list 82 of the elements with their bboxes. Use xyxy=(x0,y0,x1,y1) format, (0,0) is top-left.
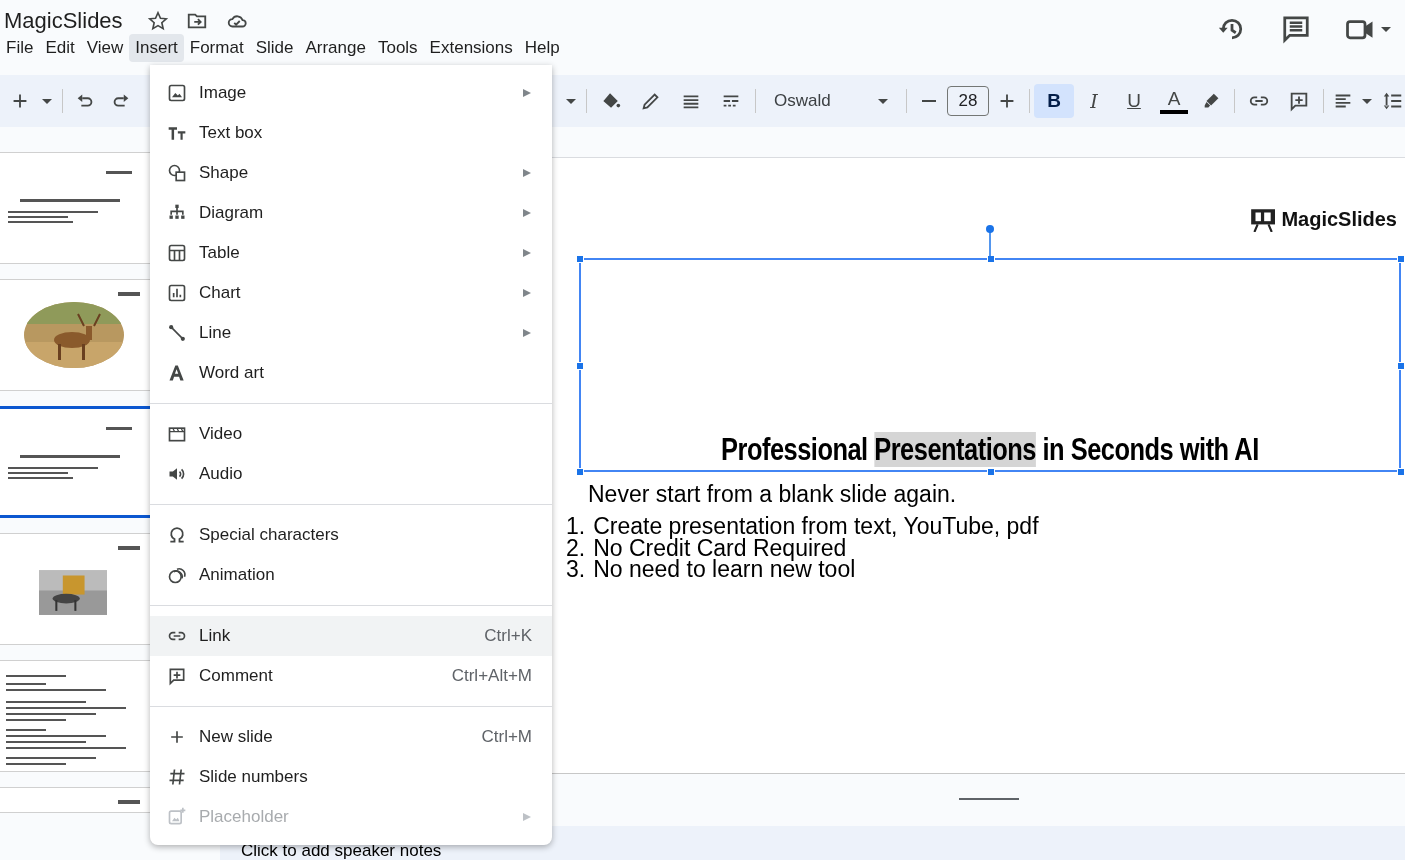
menu-item[interactable]: Text box xyxy=(150,113,552,153)
chart-icon xyxy=(167,283,187,303)
shortcut-text: Ctrl+Alt+M xyxy=(451,665,532,688)
hash-icon xyxy=(167,767,187,787)
film-icon xyxy=(167,424,187,444)
comment-icon xyxy=(1288,90,1310,112)
menu-item[interactable]: Line xyxy=(150,313,552,353)
submenu-arrow-icon xyxy=(522,248,532,258)
logo-text: MagicSlides xyxy=(1281,207,1397,232)
line-icon xyxy=(167,323,187,343)
menu-item[interactable]: Chart xyxy=(150,273,552,313)
comment-icon xyxy=(167,666,187,686)
menu-item[interactable]: Format xyxy=(183,34,250,62)
resize-handle[interactable] xyxy=(1397,468,1405,476)
menu-item[interactable]: File xyxy=(0,34,40,62)
menu-item[interactable]: Slide xyxy=(249,34,300,62)
menu-item[interactable]: Video xyxy=(150,414,552,454)
resize-handle[interactable] xyxy=(576,468,584,476)
caret-icon[interactable] xyxy=(878,98,888,104)
menu-item[interactable]: Table xyxy=(150,233,552,273)
shape-icon xyxy=(167,163,187,183)
menu-item[interactable]: Slide numbers xyxy=(150,757,552,797)
menu-item[interactable]: Insert xyxy=(129,34,184,62)
submenu-arrow-icon xyxy=(522,288,532,298)
shortcut-text: Ctrl+K xyxy=(484,625,532,648)
slide-subtitle: Never start from a blank slide again. xyxy=(588,480,957,508)
list-item: Create presentation from text, YouTube, pdf xyxy=(593,516,1039,538)
slide-thumbnail[interactable] xyxy=(0,406,150,518)
font-select[interactable]: Oswald xyxy=(760,88,872,114)
menu-item[interactable]: Special characters xyxy=(150,515,552,555)
resize-handle[interactable] xyxy=(1397,362,1405,370)
resize-handle[interactable] xyxy=(987,468,995,476)
rotate-handle[interactable] xyxy=(985,224,995,256)
resize-handle[interactable] xyxy=(576,255,584,263)
caret-icon[interactable] xyxy=(1381,26,1391,32)
circles-icon xyxy=(167,565,187,585)
omega-icon xyxy=(167,525,187,545)
menu-item[interactable]: Comment Ctrl+Alt+M xyxy=(150,656,552,696)
bold-button[interactable]: B xyxy=(1034,84,1074,118)
menu-item[interactable]: Help xyxy=(518,34,566,62)
menu-item[interactable]: Tools xyxy=(371,34,424,62)
menu-item[interactable]: Extensions xyxy=(423,34,519,62)
text-color-button[interactable]: A xyxy=(1160,88,1188,114)
menu-item[interactable]: Shape xyxy=(150,153,552,193)
submenu-arrow-icon xyxy=(522,88,532,98)
font-size-field[interactable]: 28 xyxy=(947,86,989,116)
submenu-arrow-icon xyxy=(522,812,532,822)
menu-item[interactable]: Link Ctrl+K xyxy=(150,616,552,656)
resize-handle[interactable] xyxy=(959,798,1019,800)
menu-item[interactable]: Arrange xyxy=(299,34,372,62)
slide-title: Professional Presentations in Seconds with AI xyxy=(721,431,1259,469)
menu-item[interactable]: View xyxy=(80,34,130,62)
minus-icon xyxy=(922,100,936,102)
resize-handle[interactable] xyxy=(576,362,584,370)
document-title: MagicSlides xyxy=(4,7,123,35)
table-icon xyxy=(167,243,187,263)
italic-button[interactable]: I xyxy=(1074,84,1114,118)
star-icon[interactable] xyxy=(146,10,169,32)
comment-icon[interactable] xyxy=(1281,14,1311,44)
menu-item[interactable]: Audio xyxy=(150,454,552,494)
image-icon xyxy=(167,83,187,103)
menu-item[interactable]: Diagram xyxy=(150,193,552,233)
list-number: 1. xyxy=(566,516,586,538)
shortcut-text: Ctrl+M xyxy=(481,726,532,749)
menu-item[interactable]: Word art xyxy=(150,353,552,393)
menu-item[interactable]: New slide Ctrl+M xyxy=(150,717,552,757)
list-number: 3. xyxy=(566,559,586,581)
resize-handle[interactable] xyxy=(1397,255,1405,263)
resize-handle[interactable] xyxy=(987,255,995,263)
underline-button[interactable]: U xyxy=(1114,84,1154,118)
menu-item[interactable]: Image xyxy=(150,73,552,113)
letter-icon xyxy=(167,363,187,383)
submenu-arrow-icon xyxy=(522,328,532,338)
line-spacing-icon xyxy=(1382,90,1404,112)
image-icon xyxy=(167,807,187,827)
submenu-arrow-icon xyxy=(522,168,532,178)
menu-item[interactable]: Edit xyxy=(39,34,81,62)
pencil-icon xyxy=(640,90,662,112)
list-item: No Credit Card Required xyxy=(593,537,847,559)
submenu-arrow-icon xyxy=(522,208,532,218)
list-number: 2. xyxy=(566,537,586,559)
menu-item[interactable]: Animation xyxy=(150,555,552,595)
